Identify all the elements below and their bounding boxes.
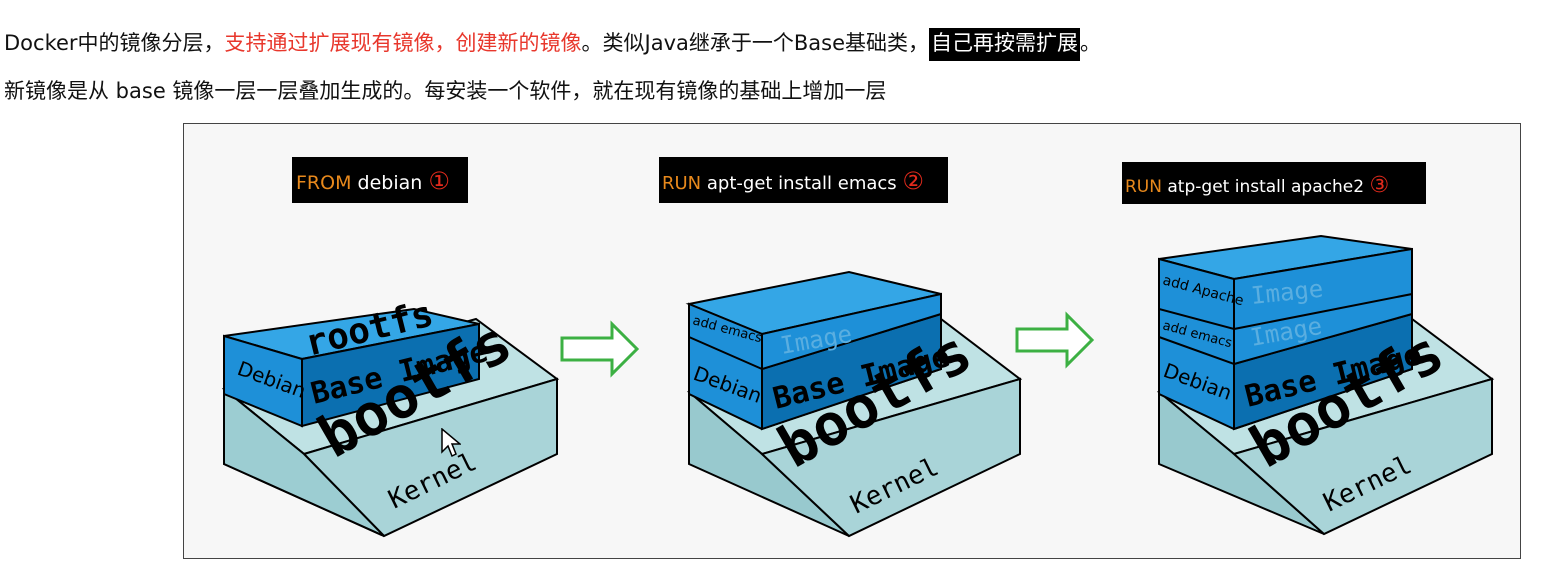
intro-line-2: 新镜像是从 base 镜像一层一层叠加生成的。每安装一个软件，就在现有镜像的基础…	[4, 79, 887, 103]
stage-1-cmd-number: ①	[428, 167, 450, 195]
stage-2-cmd-keyword: RUN	[662, 173, 701, 194]
arrow-2	[1015, 311, 1095, 369]
stage-1-command: FROM debian ①	[292, 157, 468, 203]
stage-2-cmd-number: ②	[902, 167, 924, 195]
intro-line-1: Docker中的镜像分层，支持通过扩展现有镜像，创建新的镜像。类似Java继承于…	[4, 28, 1102, 61]
stage-1-stack: Debian Base Image rootfs bootfs Kernel	[221, 293, 560, 538]
stage-3-command: RUN atp-get install apache2 ③	[1122, 162, 1426, 204]
intro-text-3: 。	[1080, 31, 1102, 55]
mouse-cursor-icon	[441, 428, 461, 458]
stage-2-cmd-text: apt-get install emacs	[701, 173, 902, 194]
stage-2-command: RUN apt-get install emacs ②	[659, 157, 948, 203]
stage-3-cmd-number: ③	[1369, 173, 1389, 198]
stage-1-cmd-text: debian	[351, 172, 428, 194]
intro-text-1: Docker中的镜像分层，	[4, 31, 225, 55]
layer-diagram: FROM debian ① RUN apt-get install emacs …	[183, 123, 1521, 559]
stage-2-stack: add emacs Image Debian Base Image bootfs…	[685, 270, 1023, 538]
arrow-1	[560, 320, 640, 378]
stage-3-cmd-text: atp-get install apache2	[1162, 177, 1369, 197]
svg-text:FROM debian ①: FROM debian ①	[296, 167, 450, 195]
stage-3-stack: add Apache Image add emacs Image Debian …	[1156, 234, 1495, 536]
stage-1-cmd-keyword: FROM	[296, 172, 351, 194]
intro-text-2: 。类似Java继承于一个Base基础类，	[581, 31, 930, 55]
intro-text-highlight: 自己再按需扩展	[929, 28, 1081, 61]
intro-text-red: 支持通过扩展现有镜像，创建新的镜像	[224, 31, 582, 55]
svg-text:RUN atp-get install apache2 ③: RUN atp-get install apache2 ③	[1125, 173, 1389, 198]
stage-3-cmd-keyword: RUN	[1125, 177, 1162, 197]
